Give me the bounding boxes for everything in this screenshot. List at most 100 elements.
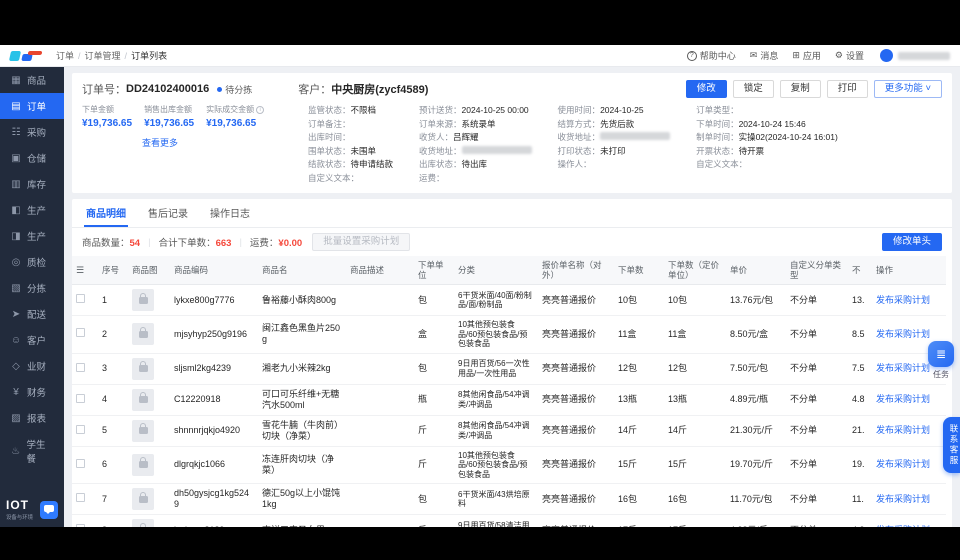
select-all-header[interactable]: ☰ bbox=[72, 256, 98, 285]
product-desc bbox=[346, 483, 414, 515]
split-type: 不分单 bbox=[786, 315, 848, 354]
breadcrumb-item[interactable]: 订单管理 bbox=[85, 49, 121, 62]
col-header-9: 下单数（定价单位） bbox=[664, 256, 726, 285]
table-row: 6 dlgrqkjc1066 冻连肝肉切块（净菜） 斤 10其他预包装食品/60预包装食… bbox=[72, 446, 946, 484]
view-more-link[interactable]: 查看更多 bbox=[142, 136, 178, 149]
quote-sheet-name: 亮亮普通报价 bbox=[538, 446, 614, 484]
sidebar-item-delivery[interactable]: ➤ 配送 bbox=[0, 301, 64, 327]
info-icon: i bbox=[256, 105, 265, 114]
tab-1[interactable]: 售后记录 bbox=[146, 199, 190, 227]
publish-purchase-plan-link[interactable]: 发布采购计划 bbox=[876, 295, 930, 305]
sidebar-item-production[interactable]: ◧ 生产 bbox=[0, 197, 64, 223]
product-category: 10其他预包装食品/60预包装食品/预包装食品 bbox=[454, 446, 538, 484]
copy-button[interactable]: 复制 bbox=[779, 80, 821, 98]
col-header-2: 商品编码 bbox=[170, 256, 258, 285]
settings-action[interactable]: ⚙ 设置 bbox=[835, 49, 864, 62]
product-desc bbox=[346, 284, 414, 316]
table-row: 4 C12220918 可口可乐纤维+无糖汽水500ml 瓶 8其他闲食品/54冲调类/… bbox=[72, 384, 946, 416]
unit-price: 4.89元/瓶 bbox=[726, 384, 786, 416]
sidebar-item-student-meals[interactable]: ♨ 学生餐 bbox=[0, 431, 64, 471]
detail-value: 先货后款 bbox=[600, 118, 635, 129]
task-icon[interactable]: ≣ bbox=[928, 341, 954, 367]
truncated-column: 7.5 bbox=[848, 353, 872, 385]
user-menu[interactable] bbox=[880, 49, 950, 62]
sidebar-item-sorting[interactable]: ▧ 分拣 bbox=[0, 275, 64, 301]
detail-value: 不限档 bbox=[350, 105, 377, 115]
sidebar-item-purchase[interactable]: ☷ 采购 bbox=[0, 119, 64, 145]
row-checkbox[interactable] bbox=[76, 393, 85, 403]
main-content: 订单号： DD24102400016 待分拣 客户： 中央厨房(zycf4589… bbox=[64, 67, 960, 527]
product-name: 德汇50g以上小馄饨1kg bbox=[258, 483, 346, 515]
help-action[interactable]: ? 帮助中心 bbox=[686, 49, 736, 62]
sidebar-item-reports[interactable]: ▨ 报表 bbox=[0, 405, 64, 431]
order-qty-price-unit: 14斤 bbox=[664, 415, 726, 447]
table-row: 5 shnnnrjqkjo4920 雪花牛腩（牛肉前）切块（净菜） 斤 8其他闲食品/5… bbox=[72, 415, 946, 447]
sidebar-item-finance[interactable]: ¥ 财务 bbox=[0, 379, 64, 405]
sidebar-item-warehouse[interactable]: ▣ 仓储 bbox=[0, 145, 64, 171]
publish-purchase-plan-link[interactable]: 发布采购计划 bbox=[876, 494, 930, 504]
detail-value: 2024-10-25 00:00 bbox=[461, 105, 529, 115]
sidebar-item-orders[interactable]: ▤ 订单 bbox=[0, 93, 64, 119]
iot-logo-text: IOT bbox=[6, 498, 29, 512]
breadcrumb-item[interactable]: 订单 bbox=[56, 49, 74, 62]
row-checkbox[interactable] bbox=[76, 493, 85, 502]
task-floating-widget[interactable]: ≣ 任务 bbox=[926, 341, 956, 380]
row-checkbox[interactable] bbox=[76, 294, 85, 303]
table-row: 2 mjsyhyp250g9196 闽江鑫色黑鱼片250g 盒 10其他预包装食品/60… bbox=[72, 315, 946, 354]
tab-0[interactable]: 商品明细 bbox=[84, 199, 128, 227]
row-checkbox[interactable] bbox=[76, 524, 85, 527]
sidebar-item-goods[interactable]: ▦ 商品 bbox=[0, 67, 64, 93]
tab-2[interactable]: 操作日志 bbox=[208, 199, 252, 227]
sidebar: ▦ 商品 ▤ 订单 ☷ 采购 ▣ 仓储 ▥ 库存 ◧ 生产 ◨ 生产 ◎ 质检 ▧ 分拣 ➤ 配送 ☺ 客户 ◇ 业财 ¥ 财务 ▨… bbox=[0, 67, 64, 527]
order-number: DD24102400016 bbox=[126, 83, 210, 95]
row-checkbox[interactable] bbox=[76, 362, 85, 372]
more-functions-button[interactable]: 更多功能 ˅ bbox=[873, 80, 942, 98]
product-desc bbox=[346, 446, 414, 484]
detail-value: 待开票 bbox=[738, 145, 765, 156]
publish-purchase-plan-link[interactable]: 发布采购计划 bbox=[876, 363, 930, 373]
topbar-actions: ? 帮助中心 ✉ 消息 ⊞ 应用 ⚙ 设置 bbox=[686, 49, 864, 62]
split-type: 不分单 bbox=[786, 353, 848, 385]
row-checkbox[interactable] bbox=[76, 328, 85, 338]
sidebar-item-business-finance[interactable]: ◇ 业财 bbox=[0, 353, 64, 379]
detail-column: 预计送货：2024-10-25 00:00 订单来源：系统录单 收货人：吕辉耀 收货地… bbox=[419, 104, 532, 185]
split-type: 不分单 bbox=[786, 384, 848, 416]
publish-purchase-plan-link[interactable]: 发布采购计划 bbox=[876, 525, 930, 528]
product-code: dh50gysjcg1kg5249 bbox=[170, 483, 258, 515]
order-unit: 盒 bbox=[414, 315, 454, 354]
modify-button[interactable]: 修改 bbox=[685, 80, 727, 98]
lock-button[interactable]: 锁定 bbox=[732, 80, 774, 98]
sidebar-item-inventory[interactable]: ▥ 库存 bbox=[0, 171, 64, 197]
publish-purchase-plan-link[interactable]: 发布采购计划 bbox=[876, 425, 930, 435]
truncated-column: 8.5 bbox=[848, 315, 872, 354]
print-button[interactable]: 打印 bbox=[826, 80, 868, 98]
message-action[interactable]: ✉ 消息 bbox=[750, 49, 779, 62]
product-desc bbox=[346, 315, 414, 354]
sidebar-item-customers[interactable]: ☺ 客户 bbox=[0, 327, 64, 353]
unit-price: 8.50元/盒 bbox=[726, 315, 786, 354]
contact-support-tab[interactable]: 联系客服 bbox=[943, 417, 960, 473]
user-avatar[interactable] bbox=[880, 49, 893, 62]
col-header-4: 商品描述 bbox=[346, 256, 414, 285]
publish-purchase-plan-link[interactable]: 发布采购计划 bbox=[876, 459, 930, 469]
amount-block: 销售出库金额 ¥19,736.65 bbox=[144, 105, 195, 129]
detail-value: 2024-10-25 bbox=[600, 105, 644, 115]
sidebar-item-qa[interactable]: ◎ 质检 bbox=[0, 249, 64, 275]
order-unit: 包 bbox=[414, 284, 454, 316]
split-type: 不分单 bbox=[786, 483, 848, 515]
product-image-placeholder bbox=[132, 289, 154, 311]
modify-order-header-button[interactable]: 修改单头 bbox=[881, 233, 942, 251]
batch-purchase-plan-button[interactable]: 批量设置采购计划 bbox=[312, 233, 411, 251]
chat-bubble-icon[interactable] bbox=[40, 500, 59, 519]
order-unit: 斤 bbox=[414, 415, 454, 447]
publish-purchase-plan-link[interactable]: 发布采购计划 bbox=[876, 329, 930, 339]
row-checkbox[interactable] bbox=[76, 424, 85, 434]
publish-purchase-plan-link[interactable]: 发布采购计划 bbox=[876, 394, 930, 404]
apps-action[interactable]: ⊞ 应用 bbox=[792, 49, 821, 62]
sidebar-item-production2[interactable]: ◨ 生产 bbox=[0, 223, 64, 249]
row-checkbox[interactable] bbox=[76, 458, 85, 468]
split-type: 不分单 bbox=[786, 514, 848, 527]
table-row: 3 sljsml2kg4239 湘老九小米辣2kg 包 9日用百货/56一次性用品/一次… bbox=[72, 353, 946, 385]
menu-icon[interactable]: ☰ bbox=[76, 265, 84, 275]
business-finance-icon: ◇ bbox=[12, 360, 20, 372]
